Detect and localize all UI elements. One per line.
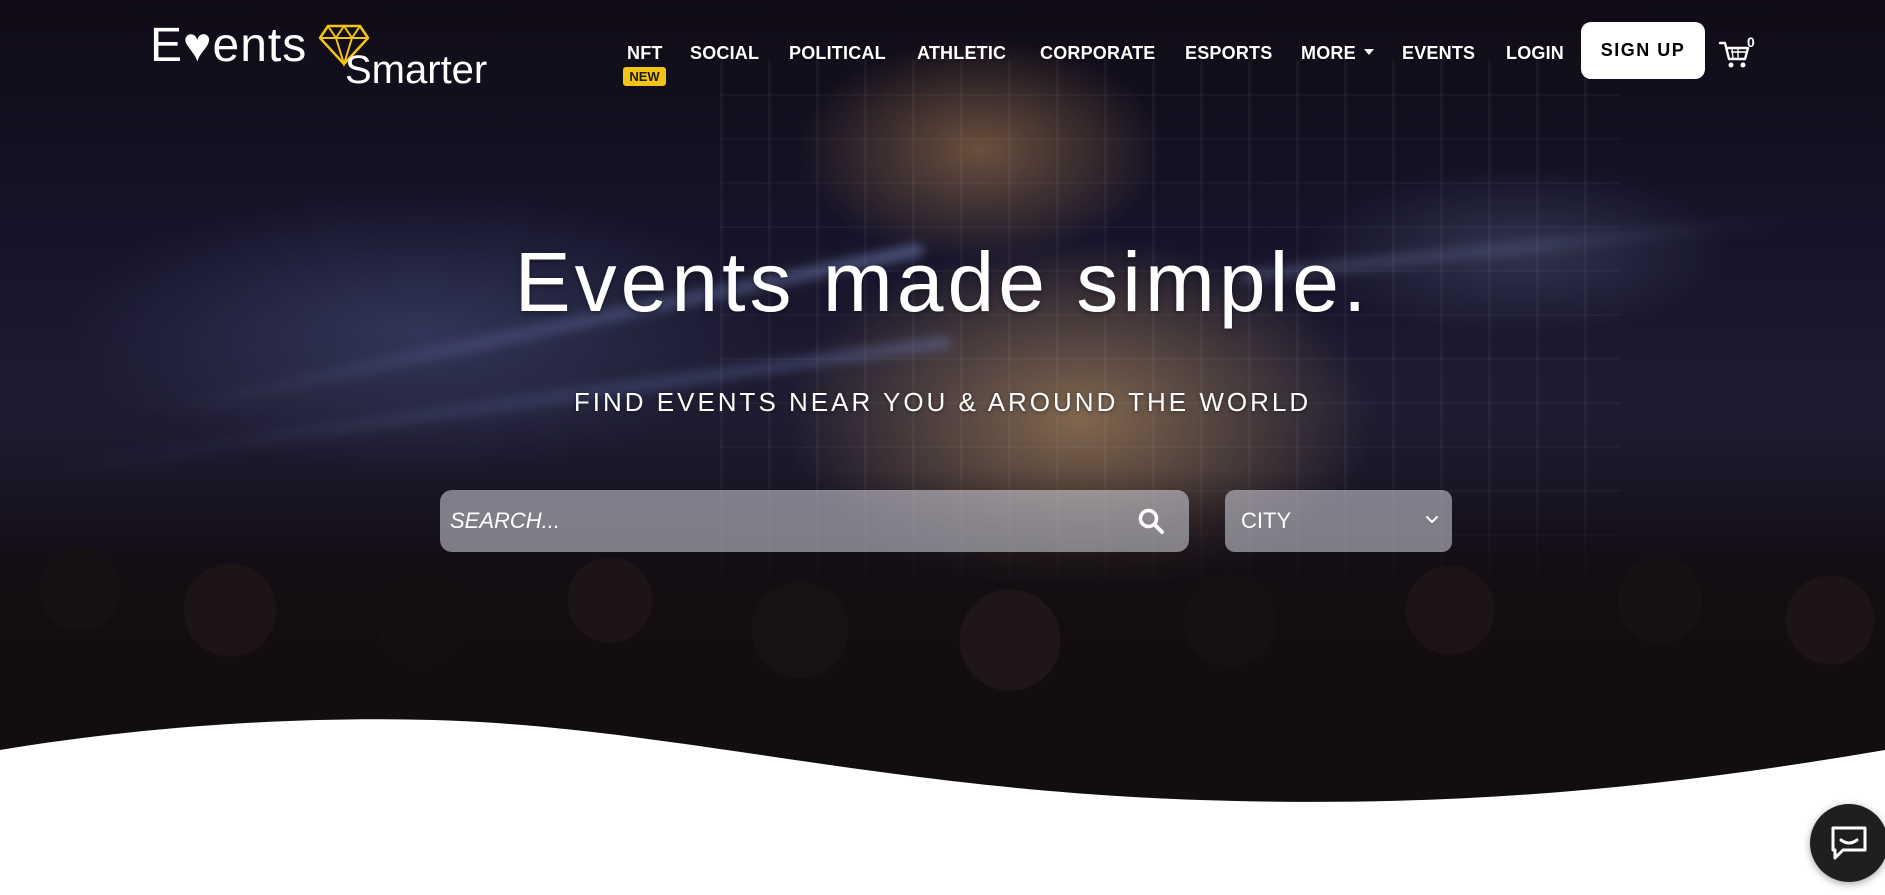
chat-widget-button[interactable] xyxy=(1810,804,1885,882)
hero-subheadline: FIND EVENTS NEAR YOU & AROUND THE WORLD xyxy=(573,387,1312,417)
nav-item-social[interactable]: SOCIAL xyxy=(690,42,759,64)
nav-item-esports[interactable]: ESPORTS xyxy=(1185,42,1272,64)
nav-item-login[interactable]: LOGIN xyxy=(1506,42,1564,64)
city-dropdown-value: CITY xyxy=(1241,508,1292,533)
new-badge: NEW xyxy=(623,67,666,86)
city-dropdown[interactable]: CITY xyxy=(1225,490,1452,552)
search-icon[interactable] xyxy=(1137,507,1165,535)
cart-count: 0 xyxy=(1747,34,1755,50)
nav-item-corporate[interactable]: CORPORATE xyxy=(1040,42,1155,64)
hero-headline: Events made simple. xyxy=(514,235,1371,329)
signup-button[interactable]: SIGN UP xyxy=(1581,22,1705,79)
nav-item-more[interactable]: MORE xyxy=(1301,42,1374,64)
nav-item-more-label: MORE xyxy=(1301,43,1356,63)
nav-item-political[interactable]: POLITICAL xyxy=(789,42,886,64)
wave-divider xyxy=(0,719,1885,895)
caret-down-icon xyxy=(1363,49,1374,56)
nav-item-nft[interactable]: NFT xyxy=(627,42,663,64)
chat-bubble-icon xyxy=(1831,826,1867,860)
chevron-down-icon xyxy=(1426,516,1438,523)
nav-item-events[interactable]: EVENTS xyxy=(1402,42,1475,64)
nav-item-athletic[interactable]: ATHLETIC xyxy=(917,42,1006,64)
search-input[interactable] xyxy=(450,498,1110,544)
search-bar xyxy=(440,490,1189,552)
